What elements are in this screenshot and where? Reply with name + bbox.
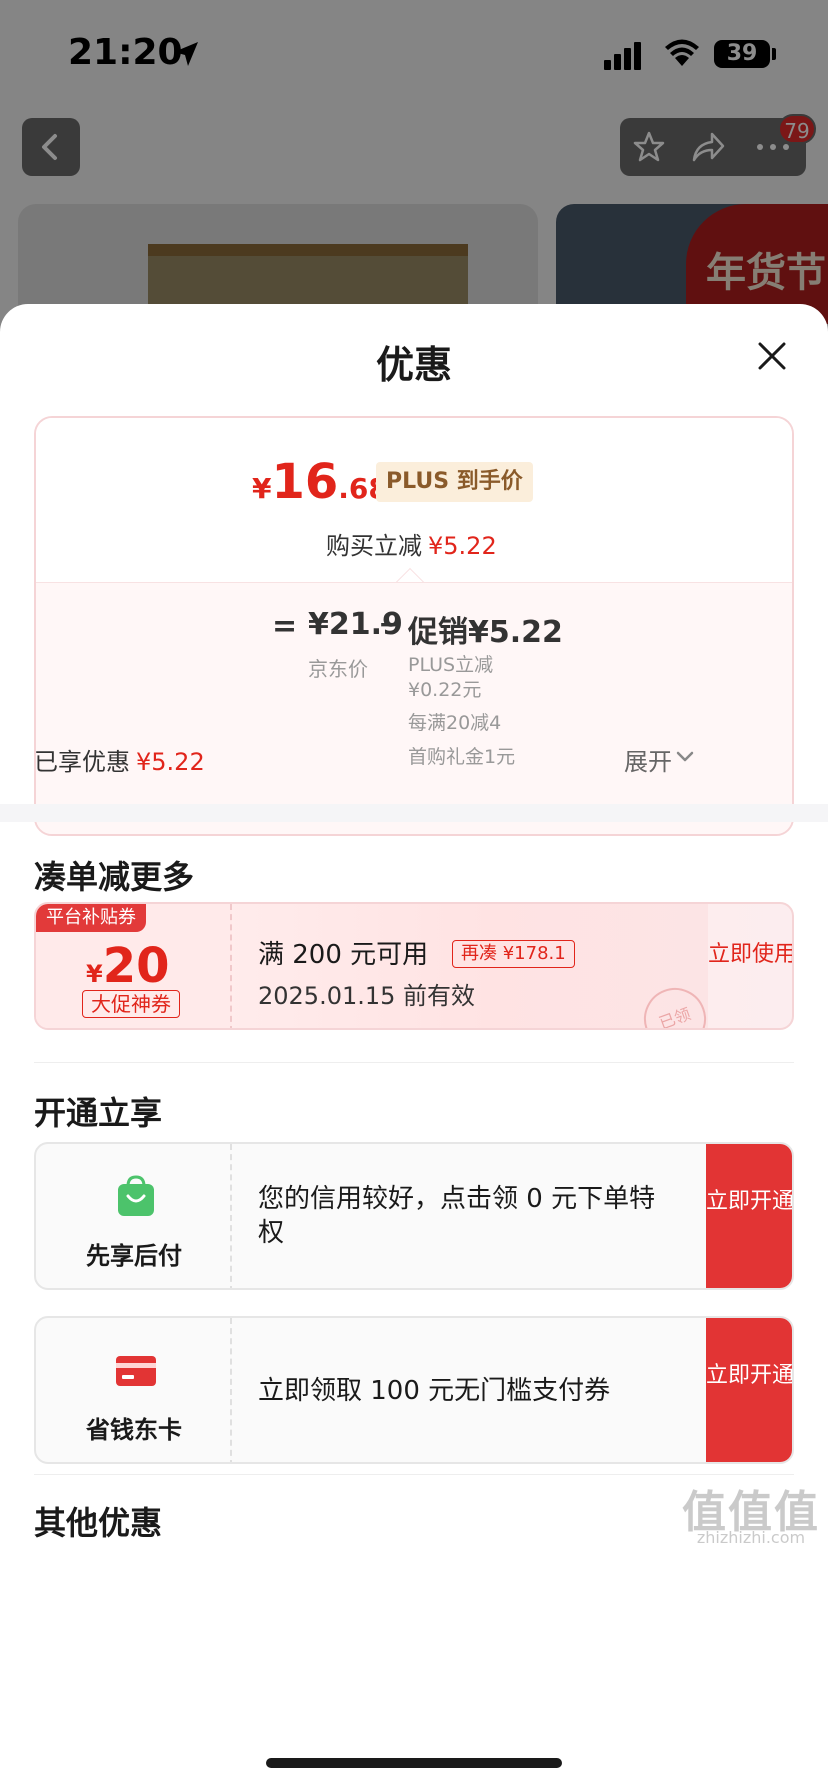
coupon-amount-value: 20 — [102, 938, 170, 994]
sheet-title: 优惠 — [375, 343, 452, 387]
activate-button[interactable]: 立即开通 — [706, 1318, 792, 1462]
coupon-condition: 满 200 元可用 — [258, 940, 429, 970]
platform-coupon-tag: 平台补贴券 — [36, 904, 146, 932]
activate-button[interactable]: 立即开通 — [706, 1144, 792, 1288]
final-price: ¥16.68 — [252, 454, 388, 510]
service-name: 省钱东卡 — [86, 1416, 182, 1444]
promo-item: PLUS立减¥0.22元 — [408, 654, 494, 701]
price-breakdown: = ¥21.9 京东价 − 促销¥5.22 PLUS立减¥0.22元 每满20减… — [36, 582, 792, 834]
coupon-value: 平台补贴券 ¥20 大促神券 — [36, 904, 232, 1028]
coupon-currency: ¥ — [86, 960, 103, 988]
jd-price-label: 京东价 — [308, 657, 368, 681]
section-title-more: 凑单减更多 — [34, 858, 195, 896]
service-card-left: 省钱东卡 — [36, 1318, 232, 1462]
service-description: 您的信用较好，点击领 0 元下单特权 — [258, 1184, 656, 1248]
final-price-integer: 16 — [271, 454, 339, 510]
divider-line — [34, 1062, 794, 1063]
shopping-bag-icon — [118, 1175, 154, 1216]
claimed-stamp: 已领 — [635, 979, 715, 1028]
buy-reduce-amount: ¥5.22 — [428, 532, 497, 560]
divider-line — [34, 1474, 794, 1475]
home-indicator[interactable] — [266, 1758, 562, 1768]
service-card-xianxiang[interactable]: 先享后付 您的信用较好，点击领 0 元下单特权 立即开通 — [34, 1142, 794, 1290]
enjoyed-label: 已享优惠 — [34, 748, 130, 776]
service-name: 先享后付 — [86, 1242, 182, 1270]
use-coupon-button[interactable]: 立即使用 — [708, 904, 792, 1028]
watermark-url: zhizhizhi.com — [696, 1528, 806, 1547]
chevron-down-icon[interactable] — [676, 750, 694, 764]
enjoyed-discount: 已享优惠 ¥5.22 — [34, 742, 205, 777]
section-divider — [0, 804, 828, 822]
close-icon[interactable] — [756, 340, 788, 372]
coupon-amount: ¥20 — [86, 938, 170, 994]
coupon-remaining-badge: 再凑 ¥178.1 — [452, 940, 575, 968]
section-title-open: 开通立享 — [34, 1094, 163, 1132]
service-card-left: 先享后付 — [36, 1144, 232, 1288]
coupon-type-badge: 大促神券 — [82, 990, 180, 1018]
promo-item: 每满20减4 — [408, 712, 502, 734]
coupon-card[interactable]: 平台补贴券 ¥20 大促神券 满 200 元可用 再凑 ¥178.1 2025.… — [34, 902, 794, 1030]
final-price-currency: ¥ — [252, 472, 272, 505]
price-summary: ¥16.68 PLUS 到手价 购买立减 ¥5.22 — [36, 418, 792, 582]
minus-sign: − — [378, 607, 404, 642]
promo-total: 促销¥5.22 — [408, 615, 563, 650]
plus-price-tag: PLUS 到手价 — [376, 462, 533, 502]
expand-button[interactable]: 展开 — [624, 742, 672, 777]
service-card-dongka[interactable]: 省钱东卡 立即领取 100 元无门槛支付券 立即开通 — [34, 1316, 794, 1464]
section-title-other: 其他优惠 — [34, 1504, 163, 1542]
promo-item: 首购礼金1元 — [408, 746, 516, 768]
coupon-validity: 2025.01.15 前有效 — [258, 982, 476, 1010]
service-description: 立即领取 100 元无门槛支付券 — [258, 1376, 611, 1406]
discount-sheet: 优惠 ¥16.68 PLUS 到手价 购买立减 ¥5.22 = ¥21.9 京东价… — [0, 304, 828, 1792]
card-icon — [116, 1356, 156, 1386]
buy-reduce-label: 购买立减 — [326, 532, 422, 560]
enjoyed-amount: ¥5.22 — [136, 748, 205, 776]
buy-reduce: 购买立减 ¥5.22 — [326, 526, 497, 561]
equals-sign: = — [272, 609, 298, 644]
